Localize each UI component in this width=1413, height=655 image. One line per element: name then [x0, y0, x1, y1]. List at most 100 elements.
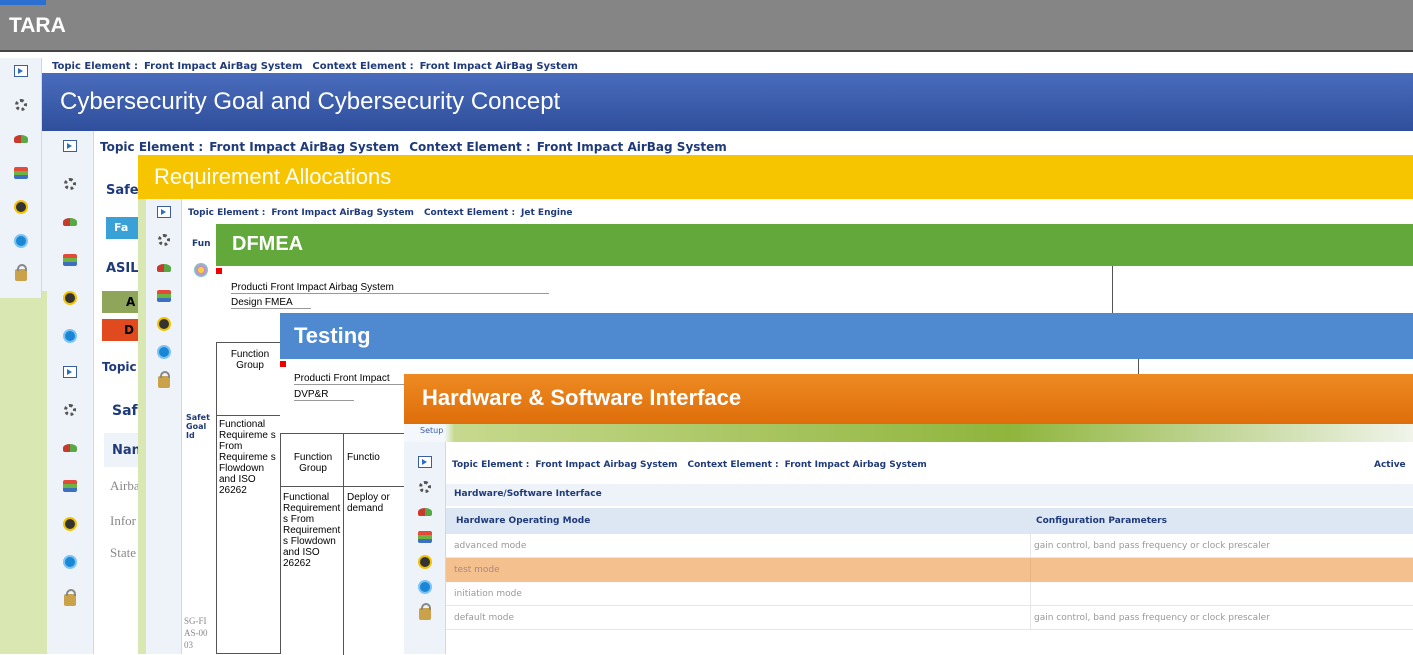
topic-value[interactable]: Front Impact AirBag System — [271, 208, 414, 218]
context-label: Context Element : — [423, 208, 516, 218]
dfmea-product-line: Producti Front Impact Airbag System — [231, 282, 549, 294]
list-item[interactable]: State — [110, 545, 136, 561]
export-icon[interactable] — [59, 135, 81, 157]
context-value[interactable]: Front Impact AirBag System — [537, 140, 727, 154]
tara-sidebar — [0, 58, 42, 654]
hw-window: Hardware & Software Interface Setup Topi… — [404, 374, 1413, 654]
stack-icon[interactable] — [59, 249, 81, 271]
topic-value[interactable]: Front Impact AirBag System — [209, 140, 399, 154]
topic-value[interactable]: Front Impact Airbag System — [535, 460, 677, 470]
dna-icon[interactable] — [153, 257, 175, 279]
active-label[interactable]: Active — [1374, 460, 1406, 470]
context-label: Context Element : — [312, 61, 414, 72]
req-topic-line: Topic Element : Front Impact AirBag Syste… — [188, 208, 1388, 222]
radiation-icon[interactable] — [414, 551, 436, 573]
gear-icon[interactable] — [59, 399, 81, 421]
dna-icon[interactable] — [414, 501, 436, 523]
info-icon[interactable] — [10, 230, 32, 252]
tara-green-strip — [0, 298, 42, 654]
dfmea-title: DFMEA — [232, 233, 304, 255]
hw-table: Hardware Operating Mode Configuration Pa… — [446, 508, 1413, 630]
lock-icon[interactable] — [10, 262, 32, 284]
gear-icon[interactable] — [59, 173, 81, 195]
lock-icon[interactable] — [59, 587, 81, 609]
context-value[interactable]: Front Impact AirBag System — [420, 61, 578, 72]
export-icon[interactable] — [10, 60, 32, 82]
hw-section-header: Hardware/Software Interface — [446, 484, 1413, 506]
hw-sidebar — [404, 442, 446, 654]
info-icon[interactable] — [153, 341, 175, 363]
topic-label: Topic Element : — [188, 208, 266, 218]
req-title-bar: Requirement Allocations — [138, 155, 1413, 199]
testing-title-bar: Testing — [280, 313, 1413, 359]
gear-icon[interactable] — [414, 476, 436, 498]
export-icon[interactable] — [59, 361, 81, 383]
cyber-topic-line: Topic Element : Front Impact AirBag Syste… — [100, 140, 1400, 156]
stack-icon[interactable] — [59, 475, 81, 497]
table-row[interactable]: test mode — [446, 558, 1413, 582]
context-label: Context Element : — [409, 140, 531, 154]
info-icon[interactable] — [414, 576, 436, 598]
info-icon[interactable] — [59, 325, 81, 347]
safe-header: Safe — [106, 183, 139, 198]
list-item[interactable]: Airba — [110, 478, 140, 494]
dfmea-red-marker — [216, 268, 222, 274]
column-header-params: Configuration Parameters — [1036, 516, 1167, 526]
topic-label: Topic Element : — [52, 61, 138, 72]
hw-table-header: Hardware Operating Mode Configuration Pa… — [446, 508, 1413, 534]
stack-icon[interactable] — [10, 162, 32, 184]
gear-icon[interactable] — [153, 229, 175, 251]
function-header: Functio — [347, 452, 380, 463]
context-value[interactable]: Jet Engine — [521, 208, 572, 218]
cyber-topic-short: Topic — [102, 360, 137, 374]
stack-icon[interactable] — [153, 285, 175, 307]
req-sidebar — [146, 199, 182, 654]
testing-table: Function Group Functio Functional Requir… — [280, 433, 407, 655]
dna-icon[interactable] — [10, 128, 32, 150]
export-icon[interactable] — [414, 451, 436, 473]
cyber-title: Cybersecurity Goal and Cybersecurity Con… — [60, 88, 561, 115]
list-item[interactable]: Infor — [110, 513, 136, 529]
req-fun-label: Fun — [192, 239, 211, 249]
req-green-strip — [138, 199, 146, 654]
cyber-sidebar — [42, 131, 94, 654]
functional-requirement: Functional Requirement s From Requiremen… — [283, 492, 341, 569]
dna-icon[interactable] — [59, 437, 81, 459]
safety-goal-header: Safet Goal Id — [186, 413, 210, 440]
table-row[interactable]: initiation mode — [446, 582, 1413, 606]
asil-label: ASIL — [106, 261, 139, 276]
flower-icon — [194, 263, 208, 277]
radiation-icon[interactable] — [59, 287, 81, 309]
functional-requirement: Functional Requireme s From Requireme s … — [219, 419, 276, 496]
hw-topic-line: Topic Element : Front Impact Airbag Syste… — [452, 460, 1352, 474]
export-icon[interactable] — [153, 201, 175, 223]
mode-cell: test mode — [454, 565, 500, 575]
table-row[interactable]: advanced mode gain control, band pass fr… — [446, 534, 1413, 558]
testing-type: DVP&R — [294, 389, 354, 401]
lock-icon[interactable] — [414, 601, 436, 623]
tara-title-bar: TARA — [0, 0, 1413, 52]
radiation-icon[interactable] — [59, 513, 81, 535]
topic-label: Topic Element : — [100, 140, 204, 154]
lock-icon[interactable] — [153, 369, 175, 391]
stack-icon[interactable] — [414, 526, 436, 548]
radiation-icon[interactable] — [153, 313, 175, 335]
mode-cell: default mode — [454, 613, 515, 623]
context-value[interactable]: Front Impact Airbag System — [785, 460, 927, 470]
table-row[interactable]: default mode gain control, band pass fre… — [446, 606, 1413, 630]
gear-icon[interactable] — [10, 94, 32, 116]
function-group-header: Function Group — [293, 452, 333, 474]
column-header-mode: Hardware Operating Mode — [456, 516, 591, 526]
dfmea-type: Design FMEA — [231, 297, 311, 309]
req-title: Requirement Allocations — [154, 164, 392, 189]
testing-red-marker — [280, 361, 286, 367]
hw-section-title: Hardware/Software Interface — [454, 489, 602, 499]
dfmea-table: Function Group Functional Requireme s Fr… — [216, 342, 282, 654]
topic-value[interactable]: Front Impact AirBag System — [144, 61, 302, 72]
radiation-icon[interactable] — [10, 196, 32, 218]
dna-icon[interactable] — [59, 211, 81, 233]
dfmea-title-bar: DFMEA — [216, 224, 1413, 266]
hw-title-bar: Hardware & Software Interface — [404, 374, 1413, 424]
info-icon[interactable] — [59, 551, 81, 573]
cyber-green-strip — [42, 291, 47, 654]
